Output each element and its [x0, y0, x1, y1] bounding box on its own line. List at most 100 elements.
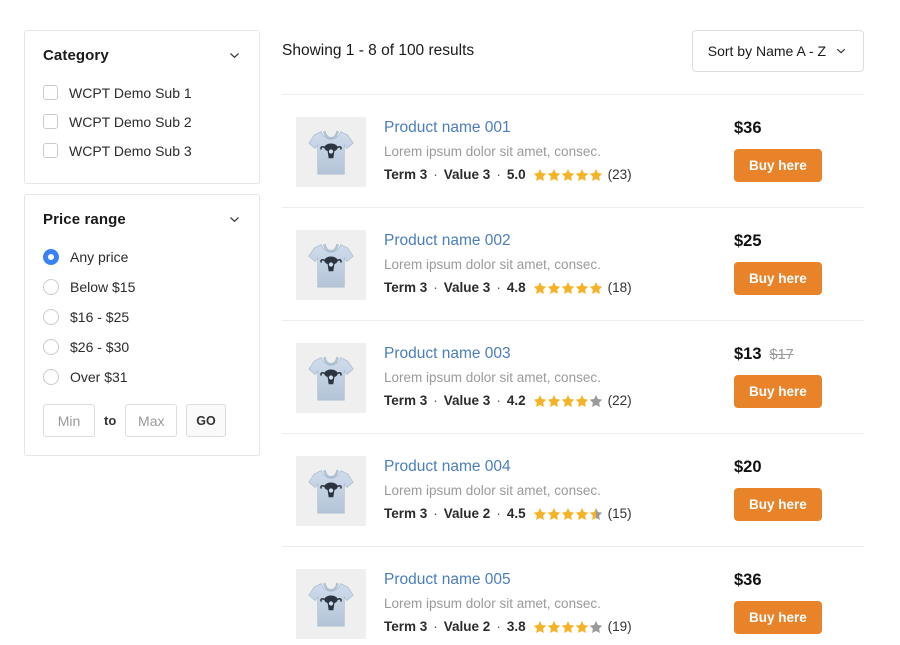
- category-option-3[interactable]: WCPT Demo Sub 3: [43, 136, 241, 165]
- product-thumbnail[interactable]: [296, 456, 366, 526]
- product-info: Product name 005 Lorem ipsum dolor sit a…: [384, 569, 716, 634]
- product-name-link[interactable]: Product name 004: [384, 458, 716, 476]
- product-purchase-column: $13 $17 Buy here: [734, 343, 864, 408]
- product-review-count: (18): [608, 280, 632, 295]
- sort-dropdown-label: Sort by Name A - Z: [708, 43, 826, 59]
- price-range-inputs: to GO: [43, 404, 241, 437]
- price-option-label: Over $31: [70, 370, 128, 384]
- product-info: Product name 001 Lorem ipsum dolor sit a…: [384, 117, 716, 182]
- tshirt-icon: [300, 347, 362, 409]
- product-rating-value: 4.5: [507, 506, 526, 521]
- product-row: Product name 002 Lorem ipsum dolor sit a…: [282, 208, 864, 321]
- product-price: $36: [734, 571, 762, 590]
- product-listing-page: Category WCPT Demo Sub 1 WCPT Demo Sub 2…: [0, 0, 900, 645]
- price-max-input[interactable]: [125, 404, 177, 437]
- rating-stars-icon: [533, 394, 603, 408]
- product-list: Product name 001 Lorem ipsum dolor sit a…: [282, 95, 864, 645]
- radio-icon[interactable]: [43, 279, 59, 295]
- category-filter-title: Category: [43, 47, 109, 64]
- product-review-count: (15): [608, 506, 632, 521]
- product-description: Lorem ipsum dolor sit amet, consec.: [384, 483, 716, 498]
- product-description: Lorem ipsum dolor sit amet, consec.: [384, 370, 716, 385]
- results-main: Showing 1 - 8 of 100 results Sort by Nam…: [282, 28, 864, 645]
- radio-icon[interactable]: [43, 339, 59, 355]
- product-thumbnail[interactable]: [296, 569, 366, 639]
- chevron-down-icon: [835, 45, 848, 58]
- results-toolbar: Showing 1 - 8 of 100 results Sort by Nam…: [282, 30, 864, 95]
- product-name-link[interactable]: Product name 001: [384, 119, 716, 137]
- meta-separator: ·: [433, 167, 438, 182]
- price-option-any[interactable]: Any price: [43, 242, 241, 272]
- product-review-count: (22): [608, 393, 632, 408]
- product-info: Product name 002 Lorem ipsum dolor sit a…: [384, 230, 716, 295]
- meta-separator: ·: [496, 167, 501, 182]
- price-range-filter-title: Price range: [43, 211, 126, 228]
- product-review-count: (19): [608, 619, 632, 634]
- product-meta: Term 3 · Value 2 · 4.5 (15): [384, 506, 716, 521]
- product-purchase-column: $36 Buy here: [734, 569, 864, 634]
- product-value: Value 2: [444, 506, 491, 521]
- category-option-1[interactable]: WCPT Demo Sub 1: [43, 78, 241, 107]
- checkbox-icon[interactable]: [43, 143, 58, 158]
- product-old-price: $17: [770, 347, 794, 363]
- buy-here-button[interactable]: Buy here: [734, 375, 822, 408]
- product-price-line: $13 $17: [734, 345, 864, 364]
- checkbox-icon[interactable]: [43, 85, 58, 100]
- product-term: Term 3: [384, 619, 427, 634]
- product-value: Value 3: [444, 167, 491, 182]
- price-option-label: $26 - $30: [70, 340, 129, 354]
- product-term: Term 3: [384, 506, 427, 521]
- price-min-input[interactable]: [43, 404, 95, 437]
- product-term: Term 3: [384, 280, 427, 295]
- product-rating-value: 4.8: [507, 280, 526, 295]
- price-range-filter-header[interactable]: Price range: [43, 211, 241, 228]
- product-description: Lorem ipsum dolor sit amet, consec.: [384, 144, 716, 159]
- price-option-label: $16 - $25: [70, 310, 129, 324]
- tshirt-icon: [300, 573, 362, 635]
- buy-here-button[interactable]: Buy here: [734, 488, 822, 521]
- product-thumbnail[interactable]: [296, 230, 366, 300]
- meta-separator: ·: [496, 506, 501, 521]
- product-term: Term 3: [384, 167, 427, 182]
- buy-here-button[interactable]: Buy here: [734, 262, 822, 295]
- category-option-label: WCPT Demo Sub 3: [69, 144, 192, 158]
- product-price-line: $25: [734, 232, 864, 251]
- price-option-26-30[interactable]: $26 - $30: [43, 332, 241, 362]
- price-range-options: Any price Below $15 $16 - $25 $26 - $30 …: [43, 242, 241, 392]
- price-option-16-25[interactable]: $16 - $25: [43, 302, 241, 332]
- buy-here-button[interactable]: Buy here: [734, 149, 822, 182]
- product-rating-value: 5.0: [507, 167, 526, 182]
- price-range-go-button[interactable]: GO: [186, 404, 225, 437]
- product-rating-value: 3.8: [507, 619, 526, 634]
- price-option-over-31[interactable]: Over $31: [43, 362, 241, 392]
- chevron-down-icon[interactable]: [228, 213, 241, 226]
- product-row: Product name 001 Lorem ipsum dolor sit a…: [282, 95, 864, 208]
- product-meta: Term 3 · Value 3 · 5.0 (23): [384, 167, 716, 182]
- product-price: $20: [734, 458, 762, 477]
- radio-icon-selected[interactable]: [43, 249, 59, 265]
- product-name-link[interactable]: Product name 002: [384, 232, 716, 250]
- price-option-below-15[interactable]: Below $15: [43, 272, 241, 302]
- chevron-down-icon[interactable]: [228, 49, 241, 62]
- price-option-label: Below $15: [70, 280, 135, 294]
- sort-dropdown[interactable]: Sort by Name A - Z: [692, 30, 864, 72]
- meta-separator: ·: [433, 280, 438, 295]
- buy-here-button[interactable]: Buy here: [734, 601, 822, 634]
- category-option-2[interactable]: WCPT Demo Sub 2: [43, 107, 241, 136]
- product-meta: Term 3 · Value 2 · 3.8 (19): [384, 619, 716, 634]
- product-term: Term 3: [384, 393, 427, 408]
- product-price: $13: [734, 345, 762, 364]
- meta-separator: ·: [496, 393, 501, 408]
- product-description: Lorem ipsum dolor sit amet, consec.: [384, 257, 716, 272]
- radio-icon[interactable]: [43, 369, 59, 385]
- radio-icon[interactable]: [43, 309, 59, 325]
- product-rating-value: 4.2: [507, 393, 526, 408]
- checkbox-icon[interactable]: [43, 114, 58, 129]
- product-name-link[interactable]: Product name 003: [384, 345, 716, 363]
- product-row: Product name 003 Lorem ipsum dolor sit a…: [282, 321, 864, 434]
- category-filter-header[interactable]: Category: [43, 47, 241, 64]
- rating-stars-icon: [533, 281, 603, 295]
- product-name-link[interactable]: Product name 005: [384, 571, 716, 589]
- product-thumbnail[interactable]: [296, 343, 366, 413]
- product-thumbnail[interactable]: [296, 117, 366, 187]
